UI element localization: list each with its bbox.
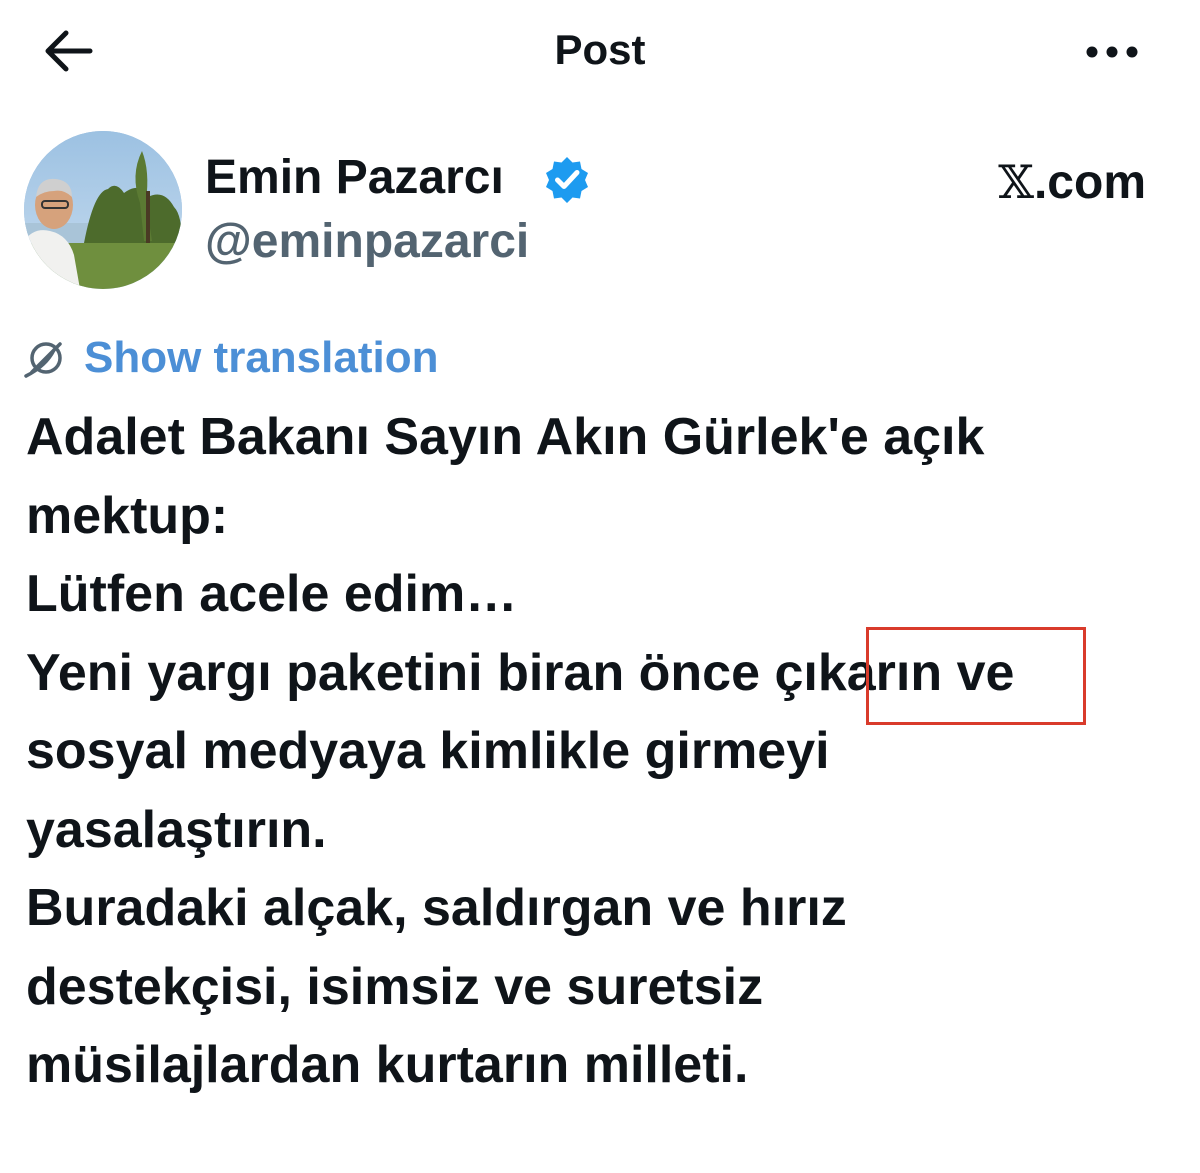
tweet-line: sosyal medyaya kimlikle girmeyi: [26, 722, 830, 780]
tweet-line: Buradaki alçak, saldırgan ve hırız: [26, 879, 847, 937]
tweet-line: Yeni yargı paketini biran önce çıkarın v…: [26, 643, 1015, 702]
tweet-line: müsilajlardan kurtarın milleti.: [26, 1036, 749, 1094]
tweet-line: Lütfen acele edim…: [26, 565, 518, 623]
avatar-photo: [24, 131, 182, 289]
tweet-line: Adalet Bakanı Sayın Akın Gürlek'e açık: [26, 408, 985, 466]
verified-badge-icon: [546, 157, 588, 203]
more-options-button[interactable]: [1080, 30, 1144, 74]
page-title: Post: [554, 26, 646, 73]
top-bar: Post: [0, 0, 1200, 100]
site-logo-suffix: .com: [1033, 156, 1146, 209]
tweet-line: mektup:: [26, 486, 229, 545]
x-logo-glyph: 𝕏: [998, 155, 1034, 209]
author-handle[interactable]: @eminpazarci: [205, 212, 529, 272]
show-translation-label: Show translation: [84, 333, 439, 382]
more-horizontal-icon: [1086, 46, 1138, 58]
tweet-text: Adalet Bakanı Sayın Akın Gürlek'e açık m…: [26, 398, 1186, 1105]
author-name[interactable]: Emin Pazarcı: [205, 148, 504, 208]
site-logo: 𝕏.com: [998, 152, 1146, 213]
tweet-line: destekçisi, isimsiz ve suretsiz: [26, 957, 764, 1016]
tweet-line: yasalaştırın.: [26, 800, 327, 859]
globe-icon: [24, 342, 62, 378]
avatar[interactable]: [24, 131, 182, 289]
show-translation-button[interactable]: Show translation: [24, 330, 438, 386]
